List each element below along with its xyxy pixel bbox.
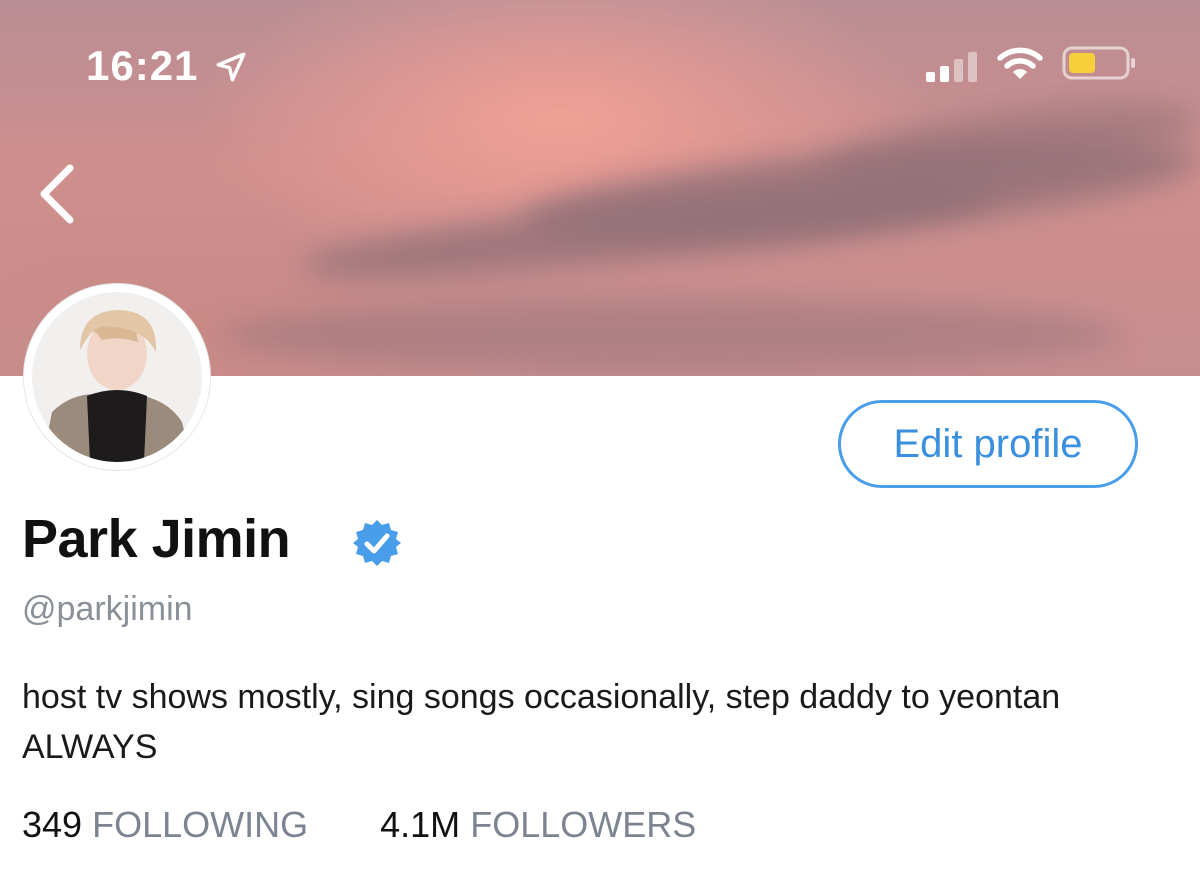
banner-cloud <box>220 300 1120 370</box>
status-time: 16:21 <box>86 42 199 89</box>
following-label: FOLLOWING <box>92 804 309 845</box>
following-count: 349 <box>22 804 83 845</box>
profile-bio: host tv shows mostly, sing songs occasio… <box>22 678 1061 766</box>
wifi-icon <box>997 47 1043 79</box>
cellular-signal-icon <box>926 52 977 82</box>
avatar-image <box>32 292 202 462</box>
following-stat[interactable]: 349 FOLLOWING <box>22 804 308 846</box>
battery-icon <box>1062 46 1135 80</box>
edit-profile-button[interactable]: Edit profile <box>838 400 1138 488</box>
profile-stats: 349 FOLLOWING 4.1M FOLLOWERS <box>22 804 696 846</box>
profile-name: Park Jimin <box>22 509 291 569</box>
avatar[interactable] <box>24 284 210 470</box>
followers-count: 4.1M <box>380 804 461 845</box>
followers-stat[interactable]: 4.1M FOLLOWERS <box>380 804 696 846</box>
followers-label: FOLLOWERS <box>470 804 697 845</box>
profile-handle: @parkjimin <box>22 590 193 628</box>
location-arrow-icon <box>216 52 246 82</box>
chevron-left-icon[interactable] <box>30 162 86 226</box>
verified-badge-icon <box>353 520 401 566</box>
